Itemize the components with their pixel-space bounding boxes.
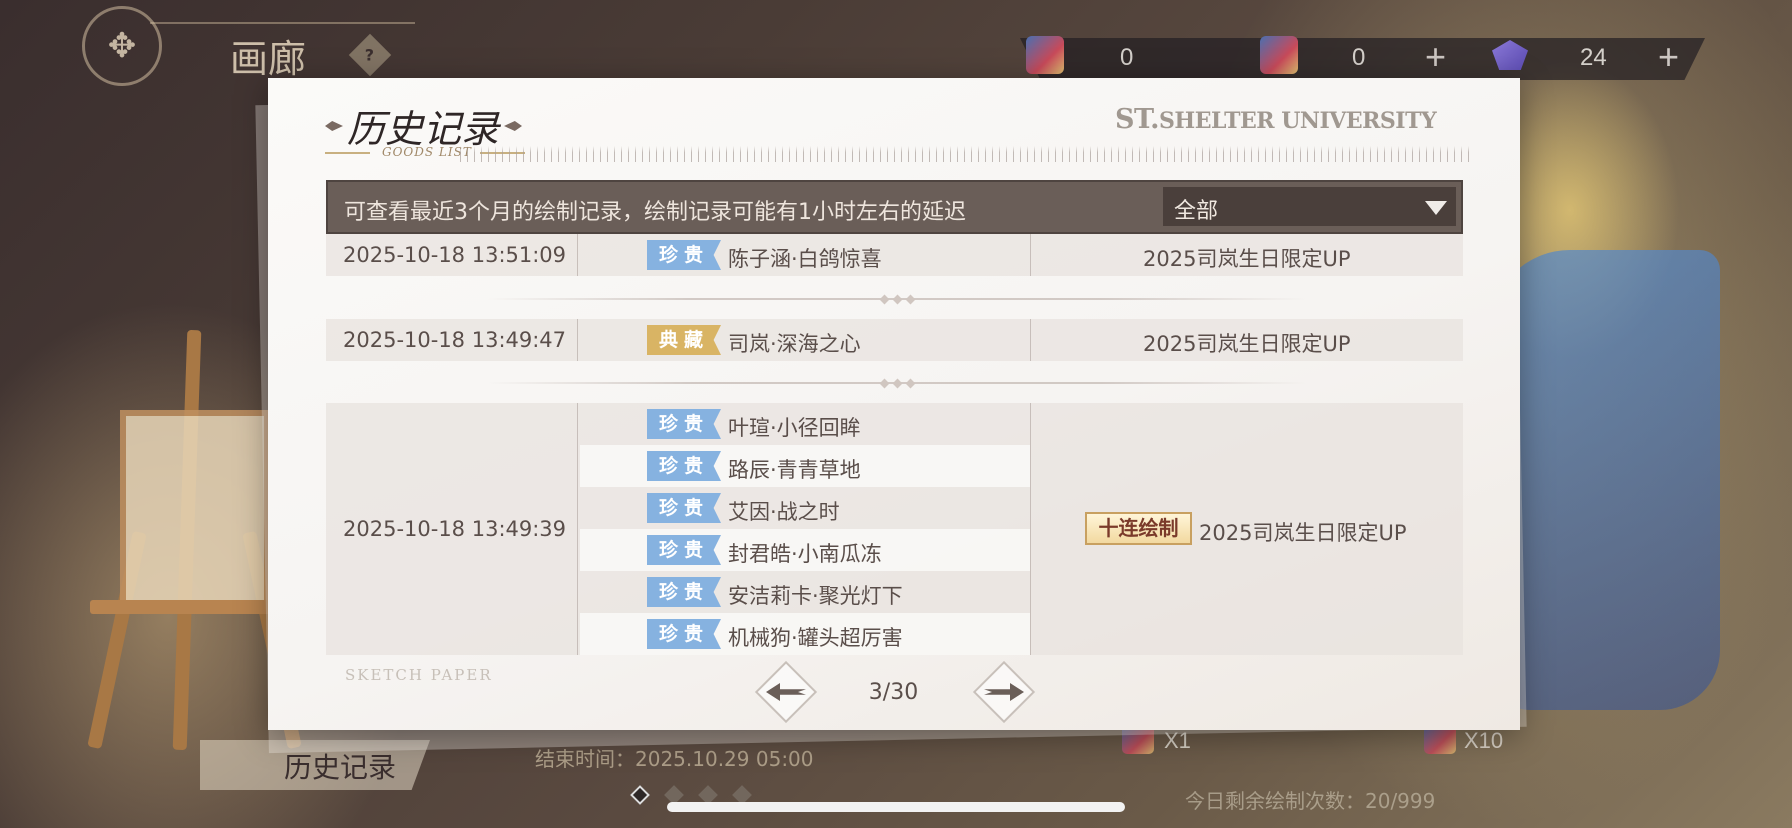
column-divider xyxy=(1030,403,1031,655)
ten-draw-badge: 十连绘制 xyxy=(1085,512,1192,545)
brand-logo: ST.SHELTER UNIVERSITY xyxy=(1115,104,1437,135)
notice-text: 可查看最近3个月的绘制记录，绘制记录可能有1小时左右的延迟 xyxy=(344,200,966,225)
divider-ornament xyxy=(852,293,942,305)
draw-ticket-icon xyxy=(1026,36,1064,74)
add-ticket-button[interactable]: + xyxy=(1425,36,1446,78)
draw-x10-button[interactable]: X10 xyxy=(1464,728,1503,754)
home-indicator[interactable] xyxy=(667,802,1125,812)
currency-value-ticket-b: 0 xyxy=(1352,44,1366,71)
modal-subtitle: GOODS LIST xyxy=(382,145,472,159)
pool-name: 2025司岚生日限定UP xyxy=(1143,247,1351,271)
page-dot xyxy=(630,785,650,805)
page-counter: 3/30 xyxy=(868,680,919,705)
help-button[interactable]: ? xyxy=(348,33,392,77)
help-icon: ? xyxy=(365,45,375,65)
sketch-paper-mark: SKETCH PAPER xyxy=(345,666,493,684)
page-indicator xyxy=(630,785,752,805)
pool-name: 2025司岚生日限定UP xyxy=(1143,332,1351,356)
rarity-tag: 珍贵 xyxy=(647,577,721,607)
draw-ticket-b-icon xyxy=(1260,36,1298,74)
record-time: 2025-10-18 13:51:09 xyxy=(343,243,567,267)
record-time: 2025-10-18 13:49:47 xyxy=(343,328,567,352)
column-divider xyxy=(577,403,578,655)
rarity-tag: 珍贵 xyxy=(647,619,721,649)
rarity-tag: 珍贵 xyxy=(647,409,721,439)
filter-selected-value: 全部 xyxy=(1174,199,1219,224)
item-name: 封君皓·小南瓜冻 xyxy=(728,542,882,566)
gallery-title: 画廊 xyxy=(230,37,307,81)
pool-name: 2025司岚生日限定UP xyxy=(1199,521,1407,545)
rarity-tag: 典藏 xyxy=(647,325,721,355)
end-time: 结束时间：2025.10.29 05:00 xyxy=(535,747,814,771)
chevron-down-icon xyxy=(1425,201,1447,215)
currency-value-ticket: 0 xyxy=(1120,44,1134,71)
subtitle-rule-left xyxy=(325,152,370,154)
item-name: 艾因·战之时 xyxy=(728,500,840,524)
currency-value-gem: 24 xyxy=(1580,44,1607,71)
record-time: 2025-10-18 13:49:39 xyxy=(343,517,567,541)
rarity-tag: 珍贵 xyxy=(647,451,721,481)
column-divider xyxy=(577,234,578,276)
item-name: 安洁莉卡·聚光灯下 xyxy=(728,584,903,608)
item-name: 司岚·深海之心 xyxy=(728,332,861,356)
butterfly-emblem-icon: ✥ xyxy=(82,6,162,86)
item-name: 陈子涵·白鸽惊喜 xyxy=(728,247,882,271)
ruler-decoration xyxy=(460,146,1470,162)
rarity-tag: 珍贵 xyxy=(647,240,721,270)
add-gem-button[interactable]: + xyxy=(1658,36,1679,78)
header-rule xyxy=(150,22,415,24)
item-name: 机械狗·罐头超厉害 xyxy=(728,626,903,650)
column-divider xyxy=(1030,319,1031,361)
rarity-tag: 珍贵 xyxy=(647,535,721,565)
rarity-tag: 珍贵 xyxy=(647,493,721,523)
divider-ornament xyxy=(852,377,942,389)
column-divider xyxy=(577,319,578,361)
column-divider xyxy=(1030,234,1031,276)
remaining-draws: 今日剩余绘制次数：20/999 xyxy=(1185,789,1436,813)
item-name: 路辰·青青草地 xyxy=(728,458,861,482)
item-name: 叶瑄·小径回眸 xyxy=(728,416,861,440)
